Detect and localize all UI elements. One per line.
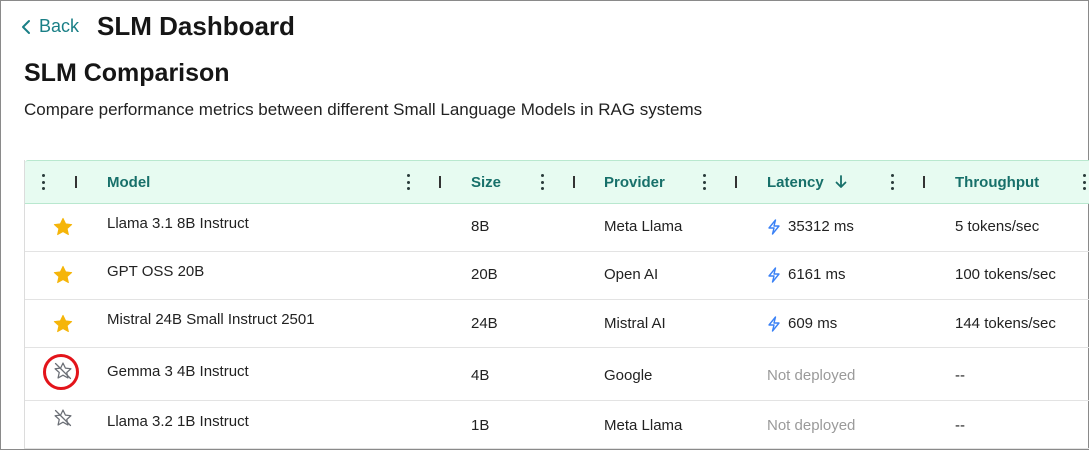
back-label: Back	[39, 16, 80, 36]
latency-value: 609 ms	[788, 315, 838, 332]
column-header-latency[interactable]: Latency	[767, 161, 848, 203]
throughput-value: --	[955, 417, 965, 434]
latency-status: Not deployed	[767, 367, 856, 384]
lightning-icon	[768, 218, 780, 235]
model-provider: Mistral AI	[604, 315, 666, 332]
table-header: Model Size Provider Latency Throughput	[25, 160, 1089, 204]
table-row[interactable]: GPT OSS 20B 20B Open AI 6161 ms 100 toke…	[25, 252, 1089, 300]
model-column-menu-icon[interactable]	[406, 174, 410, 190]
model-name: Llama 3.2 1B Instruct	[107, 413, 249, 430]
latency-value: 6161 ms	[788, 266, 846, 283]
model-size: 4B	[471, 367, 490, 384]
model-name: Llama 3.1 8B Instruct	[107, 215, 249, 232]
model-provider: Meta Llama	[604, 218, 683, 235]
latency-column-menu-icon[interactable]	[890, 174, 894, 190]
lightning-icon	[768, 266, 780, 283]
table-row[interactable]: Gemma 3 4B Instruct 4B Google Not deploy…	[25, 348, 1089, 401]
column-resize-handle[interactable]	[735, 176, 737, 188]
latency-cell: 35312 ms	[767, 218, 854, 235]
model-provider: Google	[604, 367, 653, 384]
latency-cell: 609 ms	[767, 315, 837, 332]
size-column-menu-icon[interactable]	[540, 174, 544, 190]
latency-cell: 6161 ms	[767, 266, 846, 283]
slm-comparison-table: Model Size Provider Latency Throughput L…	[24, 160, 1089, 449]
throughput-value: 144 tokens/sec	[955, 315, 1056, 332]
top-bar: Back SLM Dashboard	[21, 11, 295, 42]
star-filled-icon[interactable]	[52, 264, 74, 286]
model-size: 24B	[471, 315, 498, 332]
arrow-down-icon[interactable]	[834, 175, 848, 189]
column-resize-handle[interactable]	[439, 176, 441, 188]
model-name: Gemma 3 4B Instruct	[107, 363, 249, 380]
throughput-value: --	[955, 367, 965, 384]
model-provider: Meta Llama	[604, 417, 683, 434]
column-resize-handle[interactable]	[573, 176, 575, 188]
star-off-icon[interactable]	[53, 361, 73, 381]
page-subtitle: Compare performance metrics between diff…	[24, 100, 703, 119]
model-name: GPT OSS 20B	[107, 263, 205, 280]
star-filled-icon[interactable]	[52, 313, 74, 335]
page-title: SLM Comparison	[24, 59, 230, 87]
lightning-icon	[768, 315, 780, 332]
model-name: Mistral 24B Small Instruct 2501	[107, 311, 315, 328]
column-header-throughput[interactable]: Throughput	[955, 161, 1039, 203]
app-title: SLM Dashboard	[97, 11, 295, 41]
model-size: 1B	[471, 417, 490, 434]
table-row[interactable]: Llama 3.1 8B Instruct 8B Meta Llama 3531…	[25, 204, 1089, 252]
model-size: 8B	[471, 218, 490, 235]
table-row[interactable]: Llama 3.2 1B Instruct 1B Meta Llama Not …	[25, 401, 1089, 449]
latency-header-label: Latency	[767, 173, 824, 191]
column-resize-handle[interactable]	[923, 176, 925, 188]
chevron-left-icon	[22, 19, 30, 34]
latency-status: Not deployed	[767, 417, 856, 434]
column-header-provider[interactable]: Provider	[604, 161, 665, 203]
model-size: 20B	[471, 266, 498, 283]
star-off-icon[interactable]	[53, 408, 73, 428]
row-select-menu-icon[interactable]	[41, 174, 45, 190]
provider-column-menu-icon[interactable]	[702, 174, 706, 190]
column-resize-handle[interactable]	[75, 176, 77, 188]
table-row[interactable]: Mistral 24B Small Instruct 2501 24B Mist…	[25, 300, 1089, 348]
model-provider: Open AI	[604, 266, 659, 283]
star-filled-icon[interactable]	[52, 216, 74, 238]
throughput-value: 5 tokens/sec	[955, 218, 1040, 235]
back-button[interactable]: Back	[21, 16, 79, 37]
throughput-column-menu-icon[interactable]	[1082, 174, 1086, 190]
throughput-value: 100 tokens/sec	[955, 266, 1056, 283]
latency-value: 35312 ms	[788, 218, 854, 235]
column-header-size[interactable]: Size	[471, 161, 501, 203]
column-header-model[interactable]: Model	[107, 161, 150, 203]
